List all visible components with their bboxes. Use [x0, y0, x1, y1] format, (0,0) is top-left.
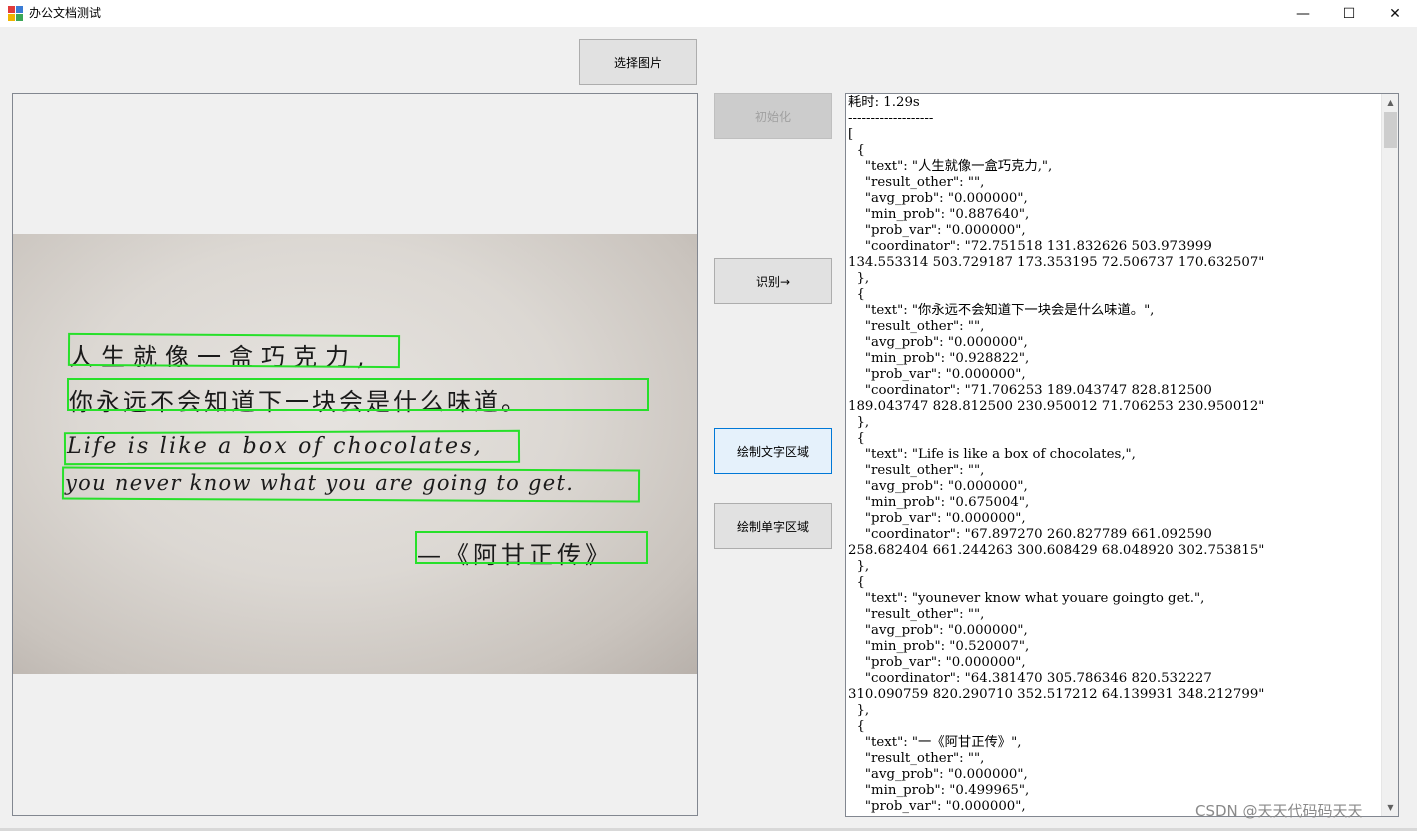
close-button[interactable]: ✕	[1372, 0, 1417, 27]
maximize-icon: ☐	[1342, 5, 1356, 22]
draw-text-region-button[interactable]: 绘制文字区域	[714, 428, 832, 474]
recognize-button[interactable]: 识别→	[714, 258, 832, 304]
image-preview: 人生就像一盒巧克力, 你永远不会知道下一块会是什么味道。 Life is lik…	[12, 93, 698, 816]
scroll-up-icon[interactable]: ▲	[1382, 94, 1398, 111]
detection-box	[67, 332, 401, 369]
vertical-scrollbar[interactable]: ▲ ▼	[1381, 94, 1398, 816]
close-icon: ✕	[1389, 5, 1401, 22]
scroll-thumb[interactable]	[1384, 112, 1397, 148]
watermark: CSDN @天天代码码天天	[1195, 802, 1363, 820]
app-window: 办公文档测试 — ☐ ✕ 选择图片 人生就像一盒巧克力, 你永远不会知道下一块会…	[0, 0, 1417, 831]
result-json-text[interactable]: 耗时: 1.29s ------------------- [ { "text"…	[848, 95, 1380, 815]
draw-char-region-button[interactable]: 绘制单字区域	[714, 503, 832, 549]
title-bar[interactable]: 办公文档测试 — ☐ ✕	[0, 0, 1417, 27]
detection-box	[415, 531, 648, 564]
result-textbox[interactable]: 耗时: 1.29s ------------------- [ { "text"…	[845, 93, 1399, 817]
detection-box	[67, 378, 649, 411]
window-title: 办公文档测试	[29, 6, 102, 20]
detection-box	[63, 429, 521, 466]
scroll-down-icon[interactable]: ▼	[1382, 799, 1398, 816]
minimize-button[interactable]: —	[1280, 0, 1326, 27]
maximize-button[interactable]: ☐	[1326, 0, 1372, 27]
minimize-icon: —	[1296, 5, 1310, 22]
select-image-button[interactable]: 选择图片	[579, 39, 697, 85]
handwriting-photo: 人生就像一盒巧克力, 你永远不会知道下一块会是什么味道。 Life is lik…	[13, 234, 697, 674]
init-button[interactable]: 初始化	[714, 93, 832, 139]
app-icon	[8, 6, 23, 21]
detection-box	[61, 466, 641, 503]
